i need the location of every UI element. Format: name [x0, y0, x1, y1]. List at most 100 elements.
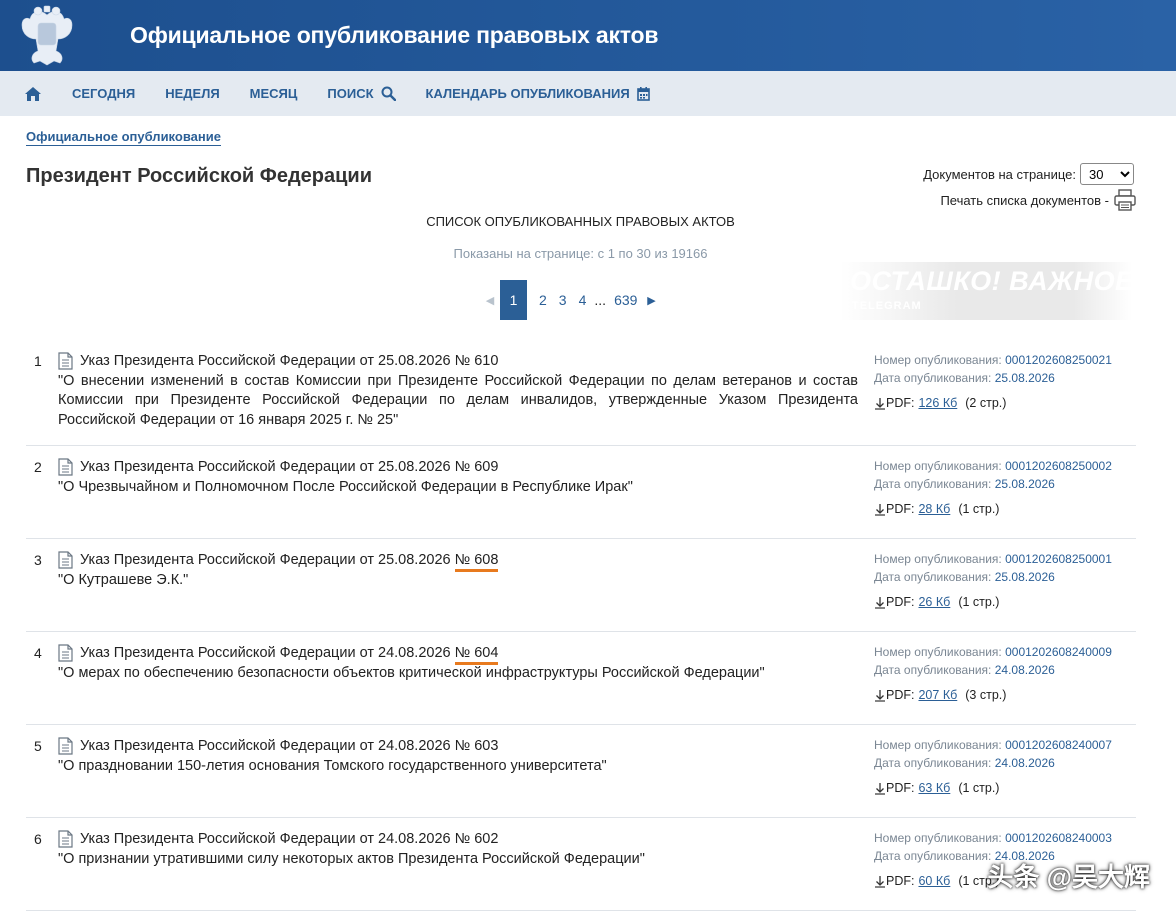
next-page-icon[interactable]: ▶ — [643, 294, 659, 307]
pdf-download-link[interactable]: 28 Кб — [918, 501, 950, 519]
document-description: "О Чрезвычайном и Полномочном После Росс… — [58, 478, 633, 495]
document-number: № 610 — [454, 353, 499, 369]
nav-week[interactable]: НЕДЕЛЯ — [165, 86, 219, 101]
document-main: Указ Президента Российской Федерации от … — [58, 458, 858, 497]
pager-page-last[interactable]: 639 — [608, 292, 643, 308]
nav-search[interactable]: ПОИСК — [327, 86, 396, 101]
nav-calendar-label: КАЛЕНДАРЬ ОПУБЛИКОВАНИЯ — [425, 86, 630, 101]
nav-today[interactable]: СЕГОДНЯ — [72, 86, 135, 101]
pdf-download-link[interactable]: 63 Кб — [918, 780, 950, 798]
download-icon — [875, 690, 885, 702]
document-description: "О мерах по обеспечению безопасности объ… — [58, 664, 765, 681]
document-title-link[interactable]: Указ Президента Российской Федерации от … — [58, 644, 858, 665]
document-row: 1 Указ Президента Российской Федерации о… — [26, 340, 1136, 446]
pdf-pages: (2 стр.) — [965, 396, 1007, 410]
printer-icon — [1114, 189, 1136, 211]
document-title-link[interactable]: Указ Президента Российской Федерации от … — [58, 458, 858, 478]
pdf-label: PDF: — [886, 595, 915, 609]
nav-week-label: НЕДЕЛЯ — [165, 86, 220, 101]
pager-current-page: 1 — [500, 280, 527, 320]
document-main: Указ Президента Российской Федерации от … — [58, 352, 858, 430]
document-title-link[interactable]: Указ Президента Российской Федерации от … — [58, 737, 858, 757]
breadcrumb-official-publication[interactable]: Официальное опубликование — [26, 129, 221, 146]
document-title: Указ Президента Российской Федерации от … — [80, 552, 455, 568]
document-row: 4 Указ Президента Российской Федерации о… — [26, 632, 1136, 725]
pub-number-value[interactable]: 0001202608250021 — [1005, 353, 1112, 367]
pub-number-label: Номер опубликования: — [874, 645, 1002, 659]
pager-page-3[interactable]: 3 — [553, 292, 573, 308]
document-title: Указ Президента Российской Федерации от … — [80, 353, 455, 369]
pdf-download-link[interactable]: 126 Кб — [918, 395, 957, 413]
document-row: 2 Указ Президента Российской Федерации о… — [26, 446, 1136, 539]
pdf-download-link[interactable]: 207 Кб — [918, 687, 957, 705]
pdf-label: PDF: — [886, 874, 915, 888]
document-meta: Номер опубликования: 0001202608240009 Да… — [874, 644, 1136, 705]
document-index: 2 — [34, 459, 42, 475]
coat-of-arms-logo[interactable] — [18, 5, 76, 67]
document-index: 6 — [34, 831, 42, 847]
download-icon — [875, 504, 885, 516]
document-meta: Номер опубликования: 0001202608240007 Да… — [874, 737, 1136, 798]
nav-today-label: СЕГОДНЯ — [72, 86, 136, 101]
document-title-link[interactable]: Указ Президента Российской Федерации от … — [58, 830, 858, 850]
document-number: № 609 — [454, 459, 499, 475]
prev-page-icon: ◀ — [485, 294, 495, 307]
pager-ellipsis: ... — [594, 292, 607, 308]
shown-range-text: Показаны на странице: с 1 по 30 из 19166 — [453, 246, 708, 261]
print-list-label: Печать списка документов - — [940, 192, 1109, 208]
document-title: Указ Президента Российской Федерации от … — [80, 645, 455, 661]
pager-page-2[interactable]: 2 — [533, 292, 553, 308]
pdf-download-link[interactable]: 60 Кб — [918, 873, 950, 891]
pub-date-value: 25.08.2026 — [994, 476, 1055, 491]
document-main: Указ Президента Российской Федерации от … — [58, 737, 858, 776]
document-title-link[interactable]: Указ Президента Российской Федерации от … — [58, 352, 858, 372]
document-row: 3 Указ Президента Российской Федерации о… — [26, 539, 1136, 632]
document-meta: Номер опубликования: 0001202608250002 Да… — [874, 458, 1136, 519]
watermark-subtext: TELEGRAM — [852, 300, 922, 312]
document-number-highlighted: № 608 — [454, 552, 499, 572]
document-main: Указ Президента Российской Федерации от … — [58, 644, 858, 683]
watermark-text: ОСТАШКО! ВАЖНОЕ — [850, 266, 1134, 296]
pub-date-label: Дата опубликования: — [874, 848, 992, 863]
nav-month[interactable]: МЕСЯЦ — [250, 86, 298, 101]
pdf-download-link[interactable]: 26 Кб — [918, 594, 950, 612]
per-page-select[interactable]: 30 — [1080, 163, 1134, 185]
pub-date-label: Дата опубликования: — [874, 662, 992, 677]
print-list-link[interactable]: Печать списка документов - — [940, 189, 1136, 211]
document-title: Указ Президента Российской Федерации от … — [80, 459, 455, 475]
home-link[interactable] — [24, 86, 42, 102]
pub-number-value[interactable]: 0001202608240009 — [1005, 645, 1112, 659]
document-index: 1 — [34, 353, 42, 369]
pub-date-label: Дата опубликования: — [874, 755, 992, 770]
download-icon — [875, 398, 885, 410]
pub-number-value[interactable]: 0001202608240003 — [1005, 831, 1112, 845]
pagination: ◀ 1 2 3 4 ... 639 ▶ — [482, 280, 659, 320]
document-title: Указ Президента Российской Федерации от … — [80, 831, 455, 847]
nav-search-label: ПОИСК — [327, 86, 374, 101]
document-number-highlighted: № 604 — [454, 645, 499, 665]
pub-number-value[interactable]: 0001202608250002 — [1005, 459, 1112, 473]
nav-calendar[interactable]: КАЛЕНДАРЬ ОПУБЛИКОВАНИЯ — [426, 86, 650, 101]
pdf-pages: (1 стр.) — [958, 595, 1000, 609]
document-meta: Номер опубликования: 0001202608250021 Да… — [874, 352, 1136, 413]
pub-date-value: 24.08.2026 — [994, 755, 1055, 770]
download-icon — [875, 597, 885, 609]
pdf-label: PDF: — [886, 688, 915, 702]
pager-page-4[interactable]: 4 — [573, 292, 593, 308]
document-meta: Номер опубликования: 0001202608250001 Да… — [874, 551, 1136, 612]
pub-date-label: Дата опубликования: — [874, 569, 992, 584]
pdf-pages: (1 стр.) — [958, 502, 1000, 516]
document-title-link[interactable]: Указ Президента Российской Федерации от … — [58, 551, 858, 572]
pub-number-value[interactable]: 0001202608250001 — [1005, 552, 1112, 566]
document-description: "О внесении изменений в состав Комиссии … — [58, 372, 858, 428]
pub-date-value: 24.08.2026 — [994, 662, 1055, 677]
pub-number-value[interactable]: 0001202608240007 — [1005, 738, 1112, 752]
pdf-label: PDF: — [886, 781, 915, 795]
pdf-pages: (1 стр.) — [958, 781, 1000, 795]
document-description: "О признании утратившими силу некоторых … — [58, 850, 645, 867]
home-icon — [25, 86, 41, 101]
search-icon — [381, 86, 396, 101]
site-title: Официальное опубликование правовых актов — [130, 22, 659, 48]
per-page-label: Документов на странице: — [923, 166, 1076, 182]
pdf-label: PDF: — [886, 396, 915, 410]
